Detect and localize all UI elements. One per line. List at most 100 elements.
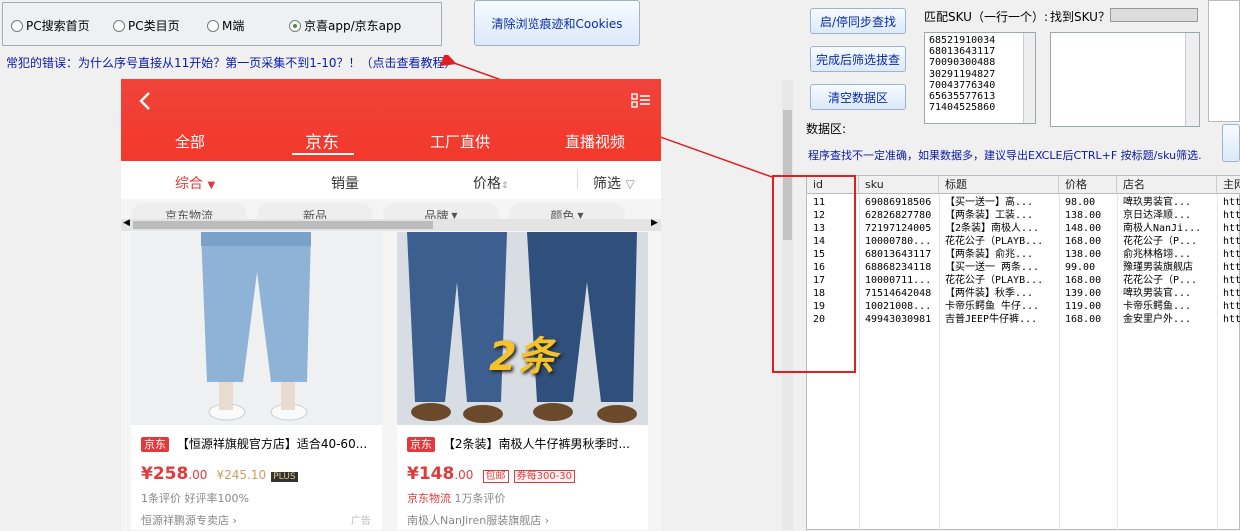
table-cell: 168.00 xyxy=(1065,314,1102,325)
table-cell: 168.00 xyxy=(1065,236,1102,247)
plus-price: ¥245.10 xyxy=(216,468,267,482)
product-card[interactable]: 京东 【恒源祥旗舰官方店】适合40-60... ¥258.00 ¥245.10 … xyxy=(131,232,382,530)
sku-line: 30291194827 xyxy=(929,68,996,80)
filter-label: 筛选 xyxy=(593,176,621,192)
table-cell: 京日达泽顺... xyxy=(1123,210,1192,221)
radio-m[interactable]: M端 xyxy=(207,17,244,34)
radio-dot-1 xyxy=(113,19,125,32)
tab-factory[interactable]: 工厂直供 xyxy=(430,131,490,152)
filter-default[interactable]: 综合 ▼ xyxy=(175,173,215,193)
phone-view: 全部 京东 工厂直供 直播视频 综合 ▼ 销量 价格⇕ 筛选 ▽ 京东物流 新品… xyxy=(121,79,661,530)
product-image xyxy=(131,232,382,425)
scroll-right-icon[interactable]: ▶ xyxy=(651,218,658,228)
tab-all[interactable]: 全部 xyxy=(175,131,205,152)
jd-badge: 京东 xyxy=(407,437,435,452)
sku-lines: 68521910034 68013643117 70090300488 3029119… xyxy=(929,35,1031,113)
toggle-sync-button[interactable]: 启/停同步查找 xyxy=(810,8,906,34)
column-header[interactable]: sku xyxy=(859,176,939,194)
price-decimal: .00 xyxy=(454,468,474,482)
table-row[interactable]: 16 68868234118 【买一送一 两条... 99.00 豫瑾男装旗舰店 htt xyxy=(807,261,1240,274)
table-cell: 10021008... xyxy=(865,301,932,312)
shop-link[interactable]: 恒源祥鹏源专卖店 › xyxy=(141,512,237,528)
product-meta-row: 京东物流 1万条评价 xyxy=(407,490,506,506)
table-row[interactable]: 14 10000780... 花花公子（PLAYB... 168.00 花花公子（P..… xyxy=(807,235,1240,248)
sku-line: 68013643117 xyxy=(929,46,996,58)
table-cell: htt xyxy=(1223,223,1240,234)
table-cell: 【买一送一】高... xyxy=(945,197,1034,208)
jd-badge: 京东 xyxy=(141,437,169,452)
table-cell: 139.00 xyxy=(1065,288,1102,299)
filter-price[interactable]: 价格⇕ xyxy=(473,173,509,193)
scroll-left-icon[interactable]: ◀ xyxy=(123,218,130,228)
radio-pc-category[interactable]: PC类目页 xyxy=(113,17,180,34)
image-overlay-text: 2条 xyxy=(489,334,557,380)
table-cell: 花花公子（P... xyxy=(1123,275,1198,286)
radio-pc-search[interactable]: PC搜索首页 xyxy=(11,17,90,34)
table-cell: 49943030981 xyxy=(865,314,932,325)
side-button[interactable] xyxy=(1222,124,1240,162)
product-meta: 1万条评价 xyxy=(454,492,506,505)
radio-label: 京喜app/京东app xyxy=(304,19,402,33)
sort-icon: ⇕ xyxy=(501,181,509,191)
menu-icon[interactable] xyxy=(631,93,651,109)
table-cell: 【两条装】俞兆... xyxy=(945,249,1034,260)
filter-sales[interactable]: 销量 xyxy=(331,173,359,193)
column-header[interactable]: 店名 xyxy=(1117,176,1217,194)
table-cell: 啤玖男装官... xyxy=(1123,288,1192,299)
horizontal-scrollbar[interactable]: ◀ ▶ xyxy=(121,218,661,231)
table-row[interactable]: 11 69086918506 【买一送一】高... 98.00 啤玖男装官... htt xyxy=(807,196,1240,209)
sku-line: 71404525860 xyxy=(929,102,996,114)
table-cell: 62826827780 xyxy=(865,210,932,221)
table-row[interactable]: 13 72197124005 【2条装】南极人... 148.00 南极人NanJi..… xyxy=(807,222,1240,235)
jeans-illustration-1 xyxy=(131,232,382,425)
data-area-label: 数据区: xyxy=(806,122,847,136)
divider xyxy=(577,169,578,189)
filter-label: 综合 xyxy=(175,176,203,192)
side-panel xyxy=(1208,0,1240,122)
clear-data-button[interactable]: 清空数据区 xyxy=(810,84,906,110)
output-scrollbar[interactable] xyxy=(1185,33,1199,126)
radio-dot-0 xyxy=(11,19,23,32)
table-cell: 【买一送一 两条... xyxy=(945,262,1040,273)
textbox-scrollbar[interactable] xyxy=(1023,33,1035,123)
tutorial-link[interactable]: 常犯的错误：为什么序号直接从11开始？第一页采集不到1-10？！（点击查看教程） xyxy=(6,54,457,71)
table-cell: 10000780... xyxy=(865,236,932,247)
filter-after-button[interactable]: 完成后筛选拔查 xyxy=(810,46,906,72)
product-title: 【2条装】南极人牛仔裤男秋季时... xyxy=(442,437,630,451)
tab-jd[interactable]: 京东 xyxy=(305,128,339,153)
clear-cookies-button[interactable]: 清除浏览痕迹和Cookies xyxy=(474,0,640,46)
data-table: id sku 标题 价格 店名 主网 11 69086918506 【买一送一】高... 98.… xyxy=(806,175,1240,531)
funnel-icon: ▽ xyxy=(625,177,635,191)
product-image: 2条 xyxy=(397,232,648,425)
product-card[interactable]: 2条 京东 【2条装】南极人牛仔裤男秋季时... ¥148.00 包邮 券每30… xyxy=(397,232,648,530)
table-row[interactable]: 18 71514642048 【两件装】秋季... 139.00 啤玖男装官... htt xyxy=(807,287,1240,300)
table-cell: 【2条装】南极人... xyxy=(945,223,1040,234)
table-row[interactable]: 15 68013643117 【两条装】俞兆... 138.00 俞兆林格翊... htt xyxy=(807,248,1240,261)
table-row[interactable]: 20 49943030981 吉普JEEP牛仔裤... 168.00 金安里户外... h… xyxy=(807,313,1240,326)
filter-row: 综合 ▼ 销量 价格⇕ 筛选 ▽ xyxy=(121,161,661,199)
shop-link[interactable]: 南极人NanJiren服装旗舰店 › xyxy=(407,512,549,528)
column-header[interactable]: 价格 xyxy=(1059,176,1117,194)
table-cell: 72197124005 xyxy=(865,223,932,234)
scrollbar-thumb[interactable] xyxy=(133,221,433,229)
tip-text: 程序查找不一定准确，如果数据多，建议导出EXCLE后CTRL+F 按标题/sku… xyxy=(808,149,1202,162)
table-cell: 南极人NanJi... xyxy=(1123,223,1202,234)
found-sku-label: 找到SKU？ xyxy=(1050,10,1110,24)
table-row[interactable]: 19 10021008... 卡帝乐鳄鱼 牛仔... 119.00 卡帝乐鳄鱼... ht… xyxy=(807,300,1240,313)
table-row[interactable]: 17 10000711... 花花公子（PLAYB... 168.00 花花公子（P..… xyxy=(807,274,1240,287)
table-cell: 71514642048 xyxy=(865,288,932,299)
table-cell: 68013643117 xyxy=(865,249,932,260)
filter-label: 价格 xyxy=(473,176,501,192)
column-header[interactable]: 标题 xyxy=(939,176,1059,194)
radio-jd-app[interactable]: 京喜app/京东app xyxy=(289,17,401,34)
sku-input-list[interactable]: 68521910034 68013643117 70090300488 3029119… xyxy=(924,32,1036,124)
sku-line: 65635577613 xyxy=(929,91,996,103)
table-cell: 69086918506 xyxy=(865,197,932,208)
tab-live[interactable]: 直播视频 xyxy=(565,131,625,152)
found-sku-output[interactable] xyxy=(1050,32,1200,127)
column-header[interactable]: 主网 xyxy=(1217,176,1240,194)
table-row[interactable]: 12 62826827780 【两条装】工装... 138.00 京日达泽顺... htt xyxy=(807,209,1240,222)
filter-more[interactable]: 筛选 ▽ xyxy=(593,173,635,193)
back-icon[interactable] xyxy=(137,91,153,111)
tab-underline xyxy=(292,153,354,155)
